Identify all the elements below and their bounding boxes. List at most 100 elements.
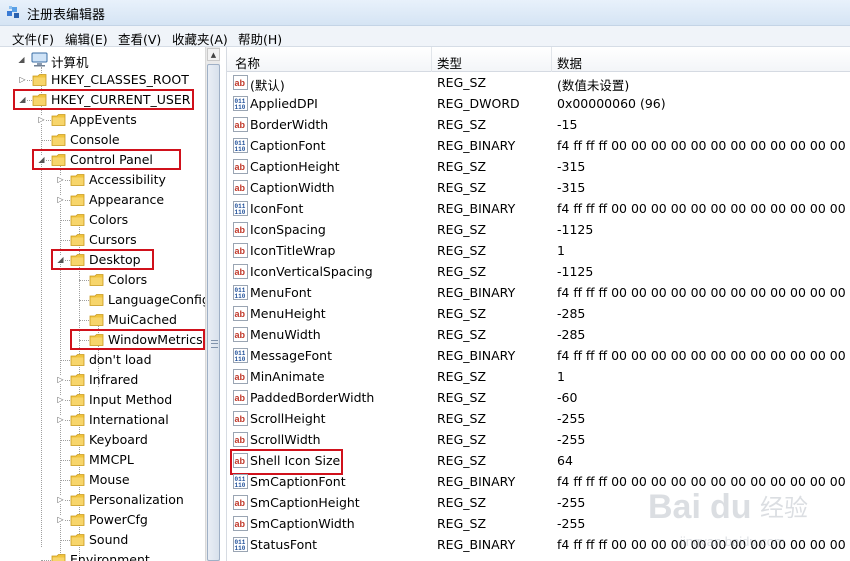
collapsed-arrow-icon[interactable]: ▷ xyxy=(56,175,65,184)
menu-view[interactable]: 查看(V) xyxy=(118,29,161,48)
value-type: REG_DWORD xyxy=(437,96,520,111)
column-header-name[interactable]: 名称 xyxy=(235,53,260,72)
value-name: MenuHeight xyxy=(250,306,326,321)
tree-item[interactable]: Console xyxy=(0,130,205,150)
column-header-type[interactable]: 类型 xyxy=(437,53,462,72)
column-divider[interactable] xyxy=(431,47,432,72)
table-row[interactable]: ab BorderWidth REG_SZ -15 xyxy=(227,114,850,135)
tree-item-computer[interactable]: ◢ 计算机 xyxy=(0,50,205,70)
table-row[interactable]: ab SmCaptionWidth REG_SZ -255 xyxy=(227,513,850,534)
value-type: REG_BINARY xyxy=(437,537,516,552)
collapsed-arrow-icon[interactable]: ▷ xyxy=(56,395,65,404)
menu-file[interactable]: 文件(F) xyxy=(12,29,54,48)
table-row[interactable]: ab CaptionWidth REG_SZ -315 xyxy=(227,177,850,198)
svg-text:ab: ab xyxy=(235,309,246,319)
collapsed-arrow-icon[interactable]: ▷ xyxy=(56,515,65,524)
string-value-icon: ab xyxy=(233,75,248,90)
table-row[interactable]: ab ScrollHeight REG_SZ -255 xyxy=(227,408,850,429)
table-row[interactable]: 011 110 StatusFont REG_BINARY f4 ff ff ff 00… xyxy=(227,534,850,555)
tree-item[interactable]: ▷ International xyxy=(0,410,205,430)
value-type: REG_SZ xyxy=(437,75,487,90)
tree-item[interactable]: Keyboard xyxy=(0,430,205,450)
tree-item[interactable]: Environment xyxy=(0,550,205,561)
table-row[interactable]: 011 110 AppliedDPI REG_DWORD 0x00000060 (96) xyxy=(227,93,850,114)
table-row[interactable]: ab (默认) REG_SZ (数值未设置) xyxy=(227,72,850,93)
tree-item[interactable]: Cursors xyxy=(0,230,205,250)
value-type: REG_SZ xyxy=(437,264,487,279)
collapsed-arrow-icon[interactable]: ▷ xyxy=(37,115,46,124)
value-data: -315 xyxy=(557,180,586,195)
tree-scrollbar[interactable]: ▲ xyxy=(205,47,220,561)
value-name: MessageFont xyxy=(250,348,333,363)
tree-item-label: Infrared xyxy=(89,372,139,387)
tree-item[interactable]: ▷ Appearance xyxy=(0,190,205,210)
collapsed-arrow-icon[interactable]: ▷ xyxy=(56,495,65,504)
table-row[interactable]: ab IconVerticalSpacing REG_SZ -1125 xyxy=(227,261,850,282)
table-row[interactable]: 011 110 MenuFont REG_BINARY f4 ff ff ff 00 0… xyxy=(227,282,850,303)
tree-item[interactable]: ▷ Accessibility xyxy=(0,170,205,190)
table-row[interactable]: 011 110 MessageFont REG_BINARY f4 ff ff ff 0… xyxy=(227,345,850,366)
tree-item[interactable]: Colors xyxy=(0,270,205,290)
string-value-icon: ab xyxy=(233,516,248,531)
binary-value-icon: 011110 xyxy=(233,96,248,111)
value-name: ScrollWidth xyxy=(250,432,321,447)
expanded-arrow-icon[interactable]: ◢ xyxy=(17,55,26,64)
tree-item[interactable]: ▷ HKEY_CLASSES_ROOT xyxy=(0,70,205,90)
tree-item-label: MMCPL xyxy=(89,452,134,467)
tree-item[interactable]: ▷ Infrared xyxy=(0,370,205,390)
folder-icon xyxy=(70,434,85,446)
menu-favorites[interactable]: 收藏夹(A) xyxy=(172,29,228,48)
svg-text:ab: ab xyxy=(235,414,246,424)
scroll-up-arrow-icon[interactable]: ▲ xyxy=(207,48,220,61)
tree-item[interactable]: don't load xyxy=(0,350,205,370)
table-row[interactable]: ab MenuHeight REG_SZ -285 xyxy=(227,303,850,324)
tree-item[interactable]: Colors xyxy=(0,210,205,230)
folder-icon xyxy=(70,234,85,246)
tree-item[interactable]: ▷ AppEvents xyxy=(0,110,205,130)
collapsed-arrow-icon[interactable]: ▷ xyxy=(56,415,65,424)
value-name: SmCaptionHeight xyxy=(250,495,360,510)
table-row[interactable]: ab IconTitleWrap REG_SZ 1 xyxy=(227,240,850,261)
value-type: REG_SZ xyxy=(437,159,487,174)
column-divider[interactable] xyxy=(551,47,552,72)
table-row[interactable]: ab ScrollWidth REG_SZ -255 xyxy=(227,429,850,450)
table-row[interactable]: ab IconSpacing REG_SZ -1125 xyxy=(227,219,850,240)
table-row[interactable]: ab CaptionHeight REG_SZ -315 xyxy=(227,156,850,177)
collapsed-arrow-icon[interactable]: ▷ xyxy=(56,375,65,384)
svg-text:ab: ab xyxy=(235,225,246,235)
table-row[interactable]: ab PaddedBorderWidth REG_SZ -60 xyxy=(227,387,850,408)
value-type: REG_SZ xyxy=(437,369,487,384)
tree-item[interactable]: MMCPL xyxy=(0,450,205,470)
tree-item[interactable]: ▷ PowerCfg xyxy=(0,510,205,530)
collapsed-arrow-icon[interactable]: ▷ xyxy=(18,75,27,84)
tree-item-label: don't load xyxy=(89,352,152,367)
value-type: REG_BINARY xyxy=(437,474,516,489)
tree-item[interactable]: LanguageConfiguration xyxy=(0,290,219,310)
value-name: IconFont xyxy=(250,201,304,216)
tree-item[interactable]: Mouse xyxy=(0,470,205,490)
value-name: SmCaptionWidth xyxy=(250,516,355,531)
tree-item[interactable]: ▷ Personalization xyxy=(0,490,205,510)
svg-text:ab: ab xyxy=(235,78,246,88)
table-row[interactable]: ab MenuWidth REG_SZ -285 xyxy=(227,324,850,345)
tree-item[interactable]: MuiCached xyxy=(0,310,205,330)
table-row[interactable]: 011 110 CaptionFont REG_BINARY f4 ff ff ff 0… xyxy=(227,135,850,156)
value-name: StatusFont xyxy=(250,537,318,552)
svg-text:ab: ab xyxy=(235,519,246,529)
column-header-data[interactable]: 数据 xyxy=(557,53,582,72)
tree-item-label: Appearance xyxy=(89,192,165,207)
table-row[interactable]: 011 110 IconFont REG_BINARY f4 ff ff ff 00 0… xyxy=(227,198,850,219)
values-list[interactable]: 名称 类型 数据 ab (默认) REG_SZ (数值未设置) 011 110 Applie… xyxy=(226,47,850,561)
tree-item[interactable]: Sound xyxy=(0,530,205,550)
string-value-icon: ab xyxy=(233,495,248,510)
table-row[interactable]: ab MinAnimate REG_SZ 1 xyxy=(227,366,850,387)
menu-edit[interactable]: 编辑(E) xyxy=(65,29,108,48)
collapsed-arrow-icon[interactable]: ▷ xyxy=(56,195,65,204)
table-row[interactable]: ab SmCaptionHeight REG_SZ -255 xyxy=(227,492,850,513)
scrollbar-thumb[interactable] xyxy=(207,64,220,561)
menu-help[interactable]: 帮助(H) xyxy=(238,29,282,48)
tree-item[interactable]: ▷ Input Method xyxy=(0,390,205,410)
table-row[interactable]: 011 110 SmCaptionFont REG_BINARY f4 ff ff ff… xyxy=(227,471,850,492)
registry-tree[interactable]: ◢ 计算机 ▷ HKEY_CLASSES_ROOT ◢ HKEY_CURRENT_US… xyxy=(0,47,220,561)
svg-text:ab: ab xyxy=(235,330,246,340)
